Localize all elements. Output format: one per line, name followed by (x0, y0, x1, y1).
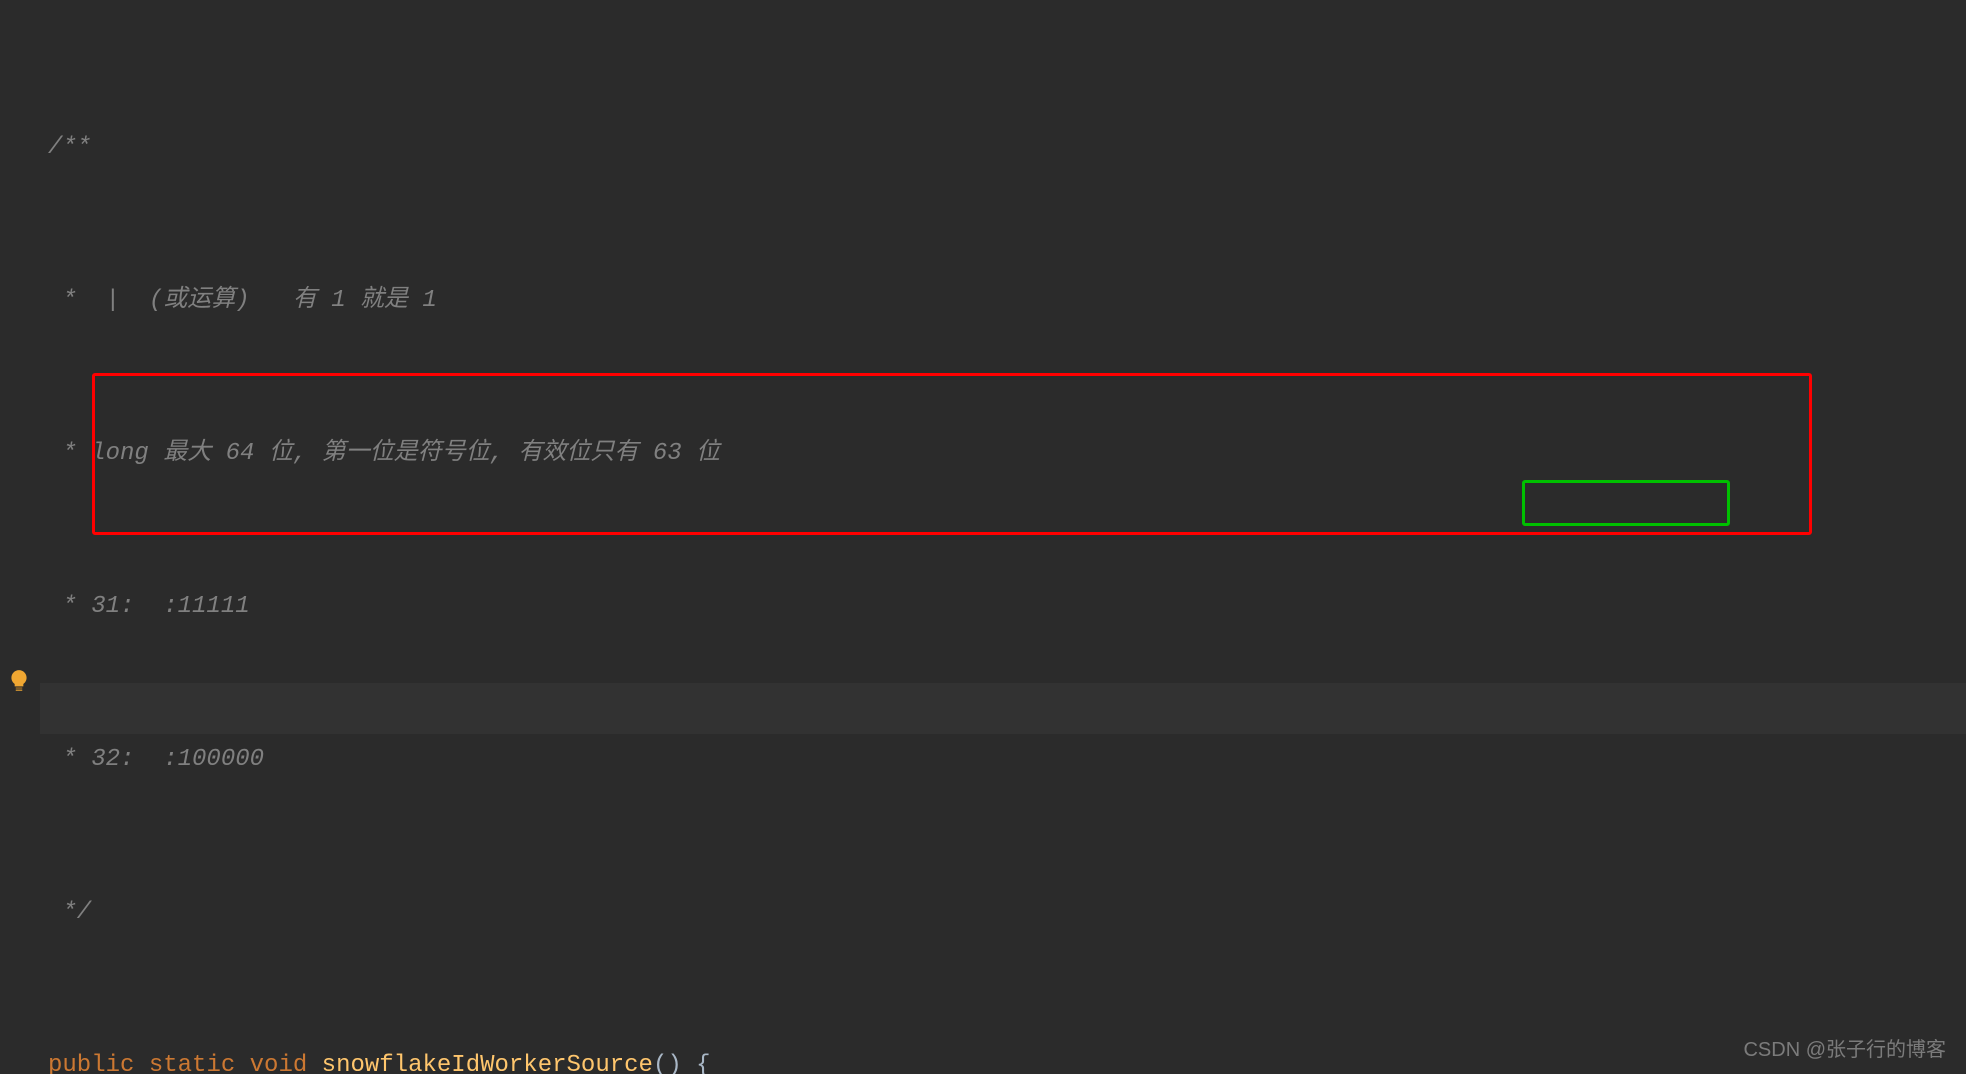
method-signature: public static void snowflakeIdWorkerSour… (48, 1040, 1956, 1074)
lightbulb-icon[interactable] (6, 668, 32, 694)
watermark-text: CSDN @张子行的博客 (1743, 1033, 1946, 1062)
comment-line: /** (48, 122, 1956, 173)
comment-line: * 32: :100000 (48, 734, 1956, 785)
comment-line: * long 最大 64 位, 第一位是符号位, 有效位只有 63 位 (48, 428, 1956, 479)
code-editor[interactable]: /** * | (或运算) 有 1 就是 1 * long 最大 64 位, 第… (0, 0, 1966, 1074)
comment-line: * 31: :11111 (48, 581, 1956, 632)
comment-line: */ (48, 887, 1956, 938)
code-area[interactable]: /** * | (或运算) 有 1 就是 1 * long 最大 64 位, 第… (48, 20, 1956, 1074)
gutter (0, 0, 40, 1074)
comment-line: * | (或运算) 有 1 就是 1 (48, 275, 1956, 326)
